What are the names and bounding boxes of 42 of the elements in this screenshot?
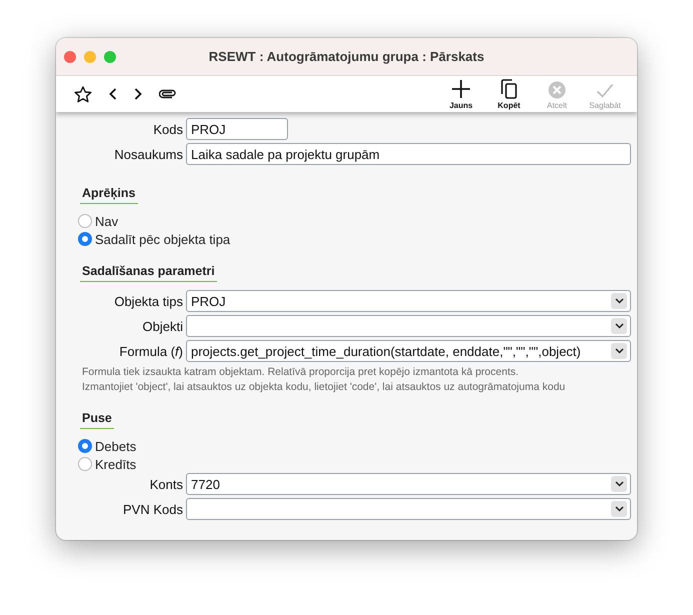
plus-icon xyxy=(451,78,471,98)
field-label: PVN Kods xyxy=(122,502,184,516)
close-icon[interactable] xyxy=(64,50,76,62)
dropdown[interactable]: projects.get_project_time_duration(startdate, enddate,"","","",object) xyxy=(186,340,631,362)
input-field[interactable]: Laika sadale pa projektu grupām xyxy=(186,143,631,165)
field-label: Objekti xyxy=(142,318,184,334)
hint-text: Formula tiek izsaukta katram objektam. Relatīvā proporcija pret kopējo izmantota kā procents. xyxy=(81,365,520,380)
option-label: Debets xyxy=(95,438,136,454)
field-label: Kods xyxy=(152,122,184,136)
option-label: Sadalīt pēc objekta tipa xyxy=(95,232,230,246)
option-label: Nav xyxy=(95,214,118,228)
radio-button[interactable] xyxy=(78,439,92,453)
section-heading: Sadalīšanas parametri xyxy=(80,264,217,282)
copy-icon xyxy=(500,78,518,98)
field-label: Konts xyxy=(148,476,184,492)
hint-text: Izmantojiet 'object', lai atsauktos uz objekta kodu, lietojiet 'code', lai atsauktos uz autogrāmatojuma kodu xyxy=(81,380,566,395)
cancel-icon xyxy=(548,80,566,98)
chevron-icon[interactable] xyxy=(611,293,627,309)
field-label: Formula (f) xyxy=(118,344,184,358)
radio-button[interactable] xyxy=(78,457,92,471)
toolbar-button[interactable]: Jauns xyxy=(441,78,481,110)
chevron-icon[interactable] xyxy=(611,318,627,334)
input-field[interactable]: PROJ xyxy=(186,118,288,140)
dropdown[interactable]: 7720 xyxy=(186,473,631,495)
option-label: Kredīts xyxy=(95,456,136,472)
chevron-icon[interactable] xyxy=(611,476,627,492)
chevron-icon[interactable] xyxy=(611,501,627,517)
back-icon[interactable] xyxy=(109,88,117,100)
toolbar-button[interactable]: Kopēt xyxy=(489,78,529,110)
section-heading: Aprēķins xyxy=(80,186,138,204)
forward-icon[interactable] xyxy=(134,88,142,100)
star-icon[interactable] xyxy=(74,86,92,102)
checkmark-icon xyxy=(596,82,614,98)
field-label: Objekta tips xyxy=(113,294,184,308)
window-title: RSEWT : Autogrāmatojumu grupa : Pārskats xyxy=(208,49,486,64)
field-label: Nosaukums xyxy=(113,146,184,162)
chevron-icon[interactable] xyxy=(611,343,627,359)
radio-button[interactable] xyxy=(78,214,92,228)
paperclip-icon[interactable] xyxy=(159,89,176,99)
radio-button[interactable] xyxy=(78,232,92,246)
dropdown[interactable]: PROJ xyxy=(186,290,631,312)
section-heading: Puse xyxy=(80,411,114,429)
